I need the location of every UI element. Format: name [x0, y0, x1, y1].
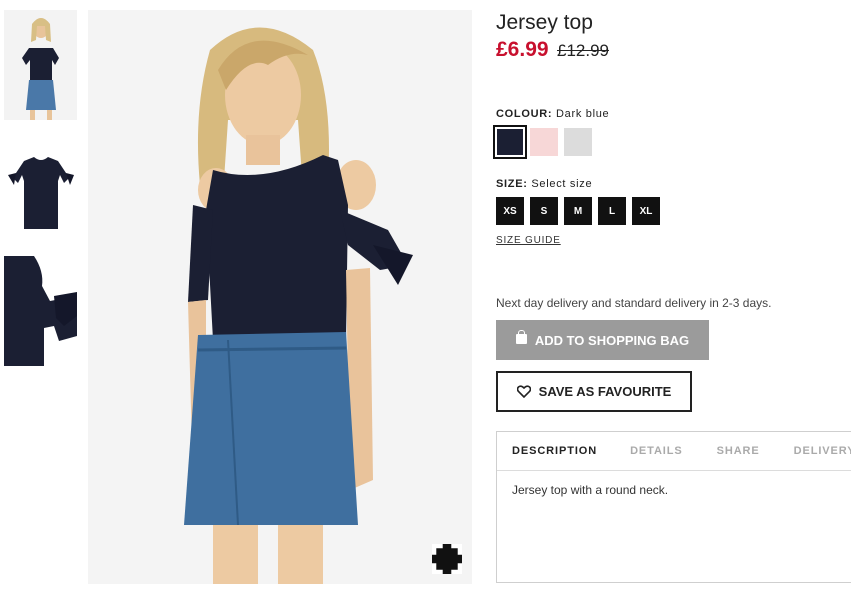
thumbnail-image [4, 10, 77, 120]
tab-description[interactable]: DESCRIPTION [512, 445, 597, 457]
size-option-l[interactable]: L [598, 197, 626, 225]
tab-delivery[interactable]: DELIVERY [794, 445, 851, 457]
size-options: XS S M L XL [496, 197, 851, 225]
size-option-xs[interactable]: XS [496, 197, 524, 225]
save-favourite-button[interactable]: SAVE AS FAVOURITE [496, 371, 692, 412]
current-price: £6.99 [496, 38, 549, 61]
heart-icon [516, 385, 531, 398]
size-label: SIZE: [496, 178, 528, 190]
product-tabs: DESCRIPTION DETAILS SHARE DELIVERY Jerse… [496, 431, 851, 583]
size-prompt: Select size [531, 178, 593, 190]
delivery-info: Next day delivery and standard delivery … [496, 296, 772, 310]
add-to-bag-label: ADD TO SHOPPING BAG [534, 332, 690, 348]
product-title: Jersey top [496, 11, 593, 34]
product-info: Jersey top £6.99 £12.99 COLOUR: Dark blu… [493, 10, 851, 248]
colour-label: COLOUR: [496, 108, 553, 120]
size-label-row: SIZE: Select size [496, 178, 851, 190]
fullscreen-button[interactable] [432, 544, 462, 574]
add-to-bag-button[interactable]: ADD TO SHOPPING BAG [496, 320, 709, 360]
description-text: Jersey top with a round neck. [512, 483, 669, 497]
selected-colour: Dark blue [556, 108, 610, 120]
thumbnail-sleeve-detail[interactable] [4, 256, 77, 366]
thumbnail-image [4, 256, 77, 366]
thumbnail-list [4, 10, 77, 379]
thumbnail-top-front[interactable] [4, 133, 77, 243]
thumbnail-image [4, 133, 77, 243]
shopping-bag-icon [515, 330, 527, 344]
save-favourite-label: SAVE AS FAVOURITE [538, 384, 672, 399]
colour-swatches [493, 125, 851, 159]
size-option-xl[interactable]: XL [632, 197, 660, 225]
tab-bar: DESCRIPTION DETAILS SHARE DELIVERY [497, 432, 851, 471]
main-product-image [88, 10, 472, 584]
price-block: £6.99 £12.99 [496, 38, 851, 64]
original-price: £12.99 [557, 41, 610, 60]
size-option-m[interactable]: M [564, 197, 592, 225]
swatch-light-pink[interactable] [530, 128, 558, 156]
swatch-light-grey[interactable] [564, 128, 592, 156]
size-guide-link[interactable]: SIZE GUIDE [496, 235, 561, 246]
expand-icon [432, 544, 462, 574]
tab-details[interactable]: DETAILS [630, 445, 683, 457]
colour-label-row: COLOUR: Dark blue [496, 108, 851, 120]
thumbnail-full-outfit[interactable] [4, 10, 77, 120]
model-photo [88, 10, 472, 584]
size-option-s[interactable]: S [530, 197, 558, 225]
tab-share[interactable]: SHARE [717, 445, 760, 457]
swatch-dark-blue[interactable] [493, 125, 527, 159]
